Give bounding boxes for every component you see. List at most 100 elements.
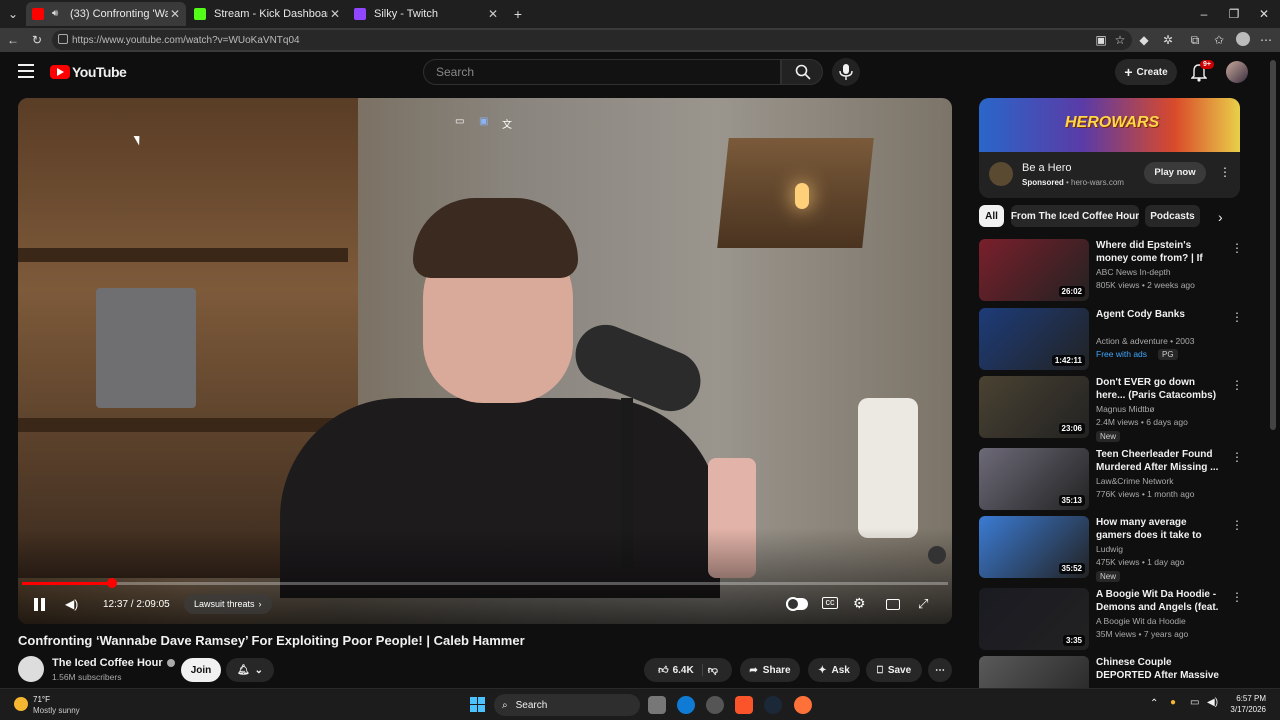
windows-start-icon[interactable] bbox=[470, 697, 485, 712]
channel-avatar[interactable] bbox=[18, 656, 44, 682]
pause-button[interactable] bbox=[34, 598, 46, 612]
obs-icon[interactable] bbox=[706, 696, 724, 714]
new-tab-icon[interactable]: + bbox=[510, 6, 526, 22]
profile-icon[interactable] bbox=[1235, 32, 1251, 48]
recommendation-title[interactable]: Where did Epstein's money come from? | I… bbox=[1096, 239, 1221, 265]
like-button[interactable]: 👍︎ 6.4K bbox=[658, 664, 703, 676]
video-thumbnail[interactable]: 23:06 bbox=[979, 376, 1089, 438]
speaker-icon[interactable]: 🔊︎ bbox=[52, 8, 66, 20]
ad-menu-icon[interactable]: ⋮ bbox=[1219, 165, 1231, 179]
recommendation-item[interactable]: 23:06 Don't EVER go down here... (Paris C… bbox=[979, 376, 1269, 442]
play-now-button[interactable]: Play now bbox=[1144, 162, 1206, 184]
tab-kick[interactable]: Stream - Kick Dashboard ✕ bbox=[188, 2, 346, 26]
tray-overflow-icon[interactable]: ⌃ bbox=[1150, 698, 1158, 709]
settings-gear-icon[interactable]: ⚙ bbox=[853, 595, 866, 612]
translate-overlay-icon[interactable]: 文 bbox=[502, 116, 512, 131]
back-icon[interactable]: ← bbox=[5, 32, 21, 48]
extension-icon[interactable]: ◆ bbox=[1136, 32, 1152, 48]
brave-icon[interactable] bbox=[735, 696, 753, 714]
task-view-icon[interactable] bbox=[648, 696, 666, 714]
more-menu-icon[interactable]: ⋯ bbox=[1258, 32, 1274, 48]
close-window-icon[interactable]: ✕ bbox=[1256, 6, 1272, 22]
clock-date[interactable]: 3/17/2026 bbox=[1224, 705, 1266, 714]
tab-list-icon[interactable]: ⌄ bbox=[5, 6, 21, 22]
volume-tray-icon[interactable]: ◀︎) bbox=[1207, 697, 1218, 708]
clock-time[interactable]: 6:57 PM bbox=[1230, 694, 1266, 703]
create-button[interactable]: + Create bbox=[1115, 59, 1177, 85]
recommendation-channel[interactable]: Law&Crime Network bbox=[1096, 476, 1173, 486]
url-field[interactable]: https://www.youtube.com/watch?v=WUoKaVNT… bbox=[52, 30, 1132, 50]
steam-icon[interactable] bbox=[764, 696, 782, 714]
recommendation-item[interactable]: 1:42:11 Agent Cody Banks Action & adventur… bbox=[979, 308, 1269, 372]
video-player[interactable]: ▭ ▣ 文 ◀︎) 12:37 / 2:09:05 Lawsuit threat… bbox=[18, 98, 952, 624]
recommendation-title[interactable]: Chinese Couple DEPORTED After Massive Mu… bbox=[1096, 656, 1221, 682]
recommendation-channel[interactable]: Ludwig bbox=[1096, 544, 1123, 554]
volume-icon[interactable]: ◀︎) bbox=[65, 597, 78, 611]
captions-icon[interactable]: cc bbox=[822, 597, 838, 609]
tab-twitch[interactable]: Silky - Twitch ✕ bbox=[348, 2, 504, 26]
recommendation-title[interactable]: Teen Cheerleader Found Murdered After Mi… bbox=[1096, 448, 1221, 474]
save-button[interactable]: ⎕ Save bbox=[866, 658, 922, 682]
hamburger-menu-icon[interactable] bbox=[18, 64, 34, 78]
recommendation-item[interactable]: 35:52 How many average gamers does it tak… bbox=[979, 516, 1269, 582]
network-icon[interactable]: ▭ bbox=[1190, 697, 1199, 708]
video-thumbnail[interactable]: 1:42:11 bbox=[979, 308, 1089, 370]
youtube-logo[interactable]: YouTube bbox=[50, 64, 127, 80]
site-info-icon[interactable] bbox=[58, 34, 68, 44]
more-options-icon[interactable]: ⋮ bbox=[1231, 310, 1243, 324]
recommendation-title[interactable]: Don't EVER go down here... (Paris Cataco… bbox=[1096, 376, 1221, 402]
video-thumbnail[interactable]: 35:13 bbox=[979, 448, 1089, 510]
bookmark-star-icon[interactable]: ☆ bbox=[1112, 32, 1128, 48]
progress-bar[interactable] bbox=[22, 578, 948, 588]
voice-search-button[interactable] bbox=[832, 58, 860, 86]
more-options-icon[interactable]: ⋮ bbox=[1231, 241, 1243, 255]
video-thumbnail[interactable]: 26:02 bbox=[979, 239, 1089, 301]
recommendation-channel[interactable]: Action & adventure • 2003 bbox=[1096, 336, 1194, 346]
chip-all[interactable]: All bbox=[979, 205, 1004, 227]
recommendation-channel[interactable]: Magnus Midtbø bbox=[1096, 404, 1155, 414]
firefox-icon[interactable] bbox=[794, 696, 812, 714]
split-screen-icon[interactable]: ⧉ bbox=[1187, 32, 1203, 48]
recommendation-item[interactable]: 26:02 Where did Epstein's money come from… bbox=[979, 239, 1269, 303]
share-button[interactable]: ➦ Share bbox=[740, 658, 800, 682]
fullscreen-icon[interactable]: ⤢ bbox=[918, 596, 928, 612]
sun-icon[interactable] bbox=[14, 697, 28, 711]
chevron-right-icon[interactable]: › bbox=[1218, 209, 1223, 225]
notifications-button[interactable]: 9+ bbox=[1190, 60, 1214, 82]
more-options-icon[interactable]: ⋮ bbox=[1231, 378, 1243, 392]
theater-mode-icon[interactable] bbox=[886, 599, 900, 610]
subscribed-notifications-button[interactable]: 🔔︎ ⌄ bbox=[226, 658, 274, 682]
recommendation-channel[interactable]: A Boogie Wit da Hoodie bbox=[1096, 616, 1186, 626]
chip-podcasts[interactable]: Podcasts bbox=[1145, 205, 1200, 227]
search-input[interactable]: Search bbox=[423, 59, 781, 85]
recommendation-item[interactable]: 3:35 A Boogie Wit Da Hoodie - Demons and … bbox=[979, 588, 1269, 652]
more-options-icon[interactable]: ⋮ bbox=[1231, 518, 1243, 532]
more-actions-button[interactable]: ⋯ bbox=[928, 658, 952, 682]
tab-youtube[interactable]: 🔊︎ (33) Confronting 'Wannabe D ✕ bbox=[26, 2, 186, 26]
mic-tray-icon[interactable]: ● bbox=[1170, 697, 1176, 708]
channel-name[interactable]: The Iced Coffee Hour bbox=[52, 657, 175, 669]
more-options-icon[interactable]: ⋮ bbox=[1231, 450, 1243, 464]
progress-scrubber[interactable] bbox=[106, 578, 117, 588]
favorites-icon[interactable]: ✩ bbox=[1211, 32, 1227, 48]
recommendation-item[interactable]: 35:13 Teen Cheerleader Found Murdered Aft… bbox=[979, 448, 1269, 512]
channel-watermark[interactable] bbox=[928, 546, 946, 564]
edge-icon[interactable] bbox=[677, 696, 695, 714]
close-tab-icon[interactable]: ✕ bbox=[486, 7, 500, 21]
puzzle-icon[interactable]: ✲ bbox=[1160, 32, 1176, 48]
join-button[interactable]: Join bbox=[181, 658, 221, 682]
video-thumbnail[interactable]: 3:35 bbox=[979, 588, 1089, 650]
recommendation-title[interactable]: Agent Cody Banks bbox=[1096, 308, 1221, 321]
maximize-icon[interactable]: ❐ bbox=[1226, 6, 1242, 22]
ask-button[interactable]: ✦ Ask bbox=[808, 658, 860, 682]
reload-icon[interactable]: ↻ bbox=[29, 32, 45, 48]
search-button[interactable] bbox=[781, 59, 823, 85]
video-thumbnail[interactable]: 35:52 bbox=[979, 516, 1089, 578]
chapter-button[interactable]: Lawsuit threats › bbox=[184, 594, 272, 614]
taskbar-search[interactable]: ⌕ Search bbox=[494, 694, 640, 716]
recommendation-channel[interactable]: ABC News In-depth bbox=[1096, 267, 1171, 277]
dislike-button[interactable]: 👎︎ bbox=[708, 664, 718, 676]
avatar[interactable] bbox=[1226, 61, 1248, 83]
cast-overlay-icon[interactable]: ▣ bbox=[479, 116, 488, 127]
page-scrollbar[interactable] bbox=[1270, 60, 1276, 430]
